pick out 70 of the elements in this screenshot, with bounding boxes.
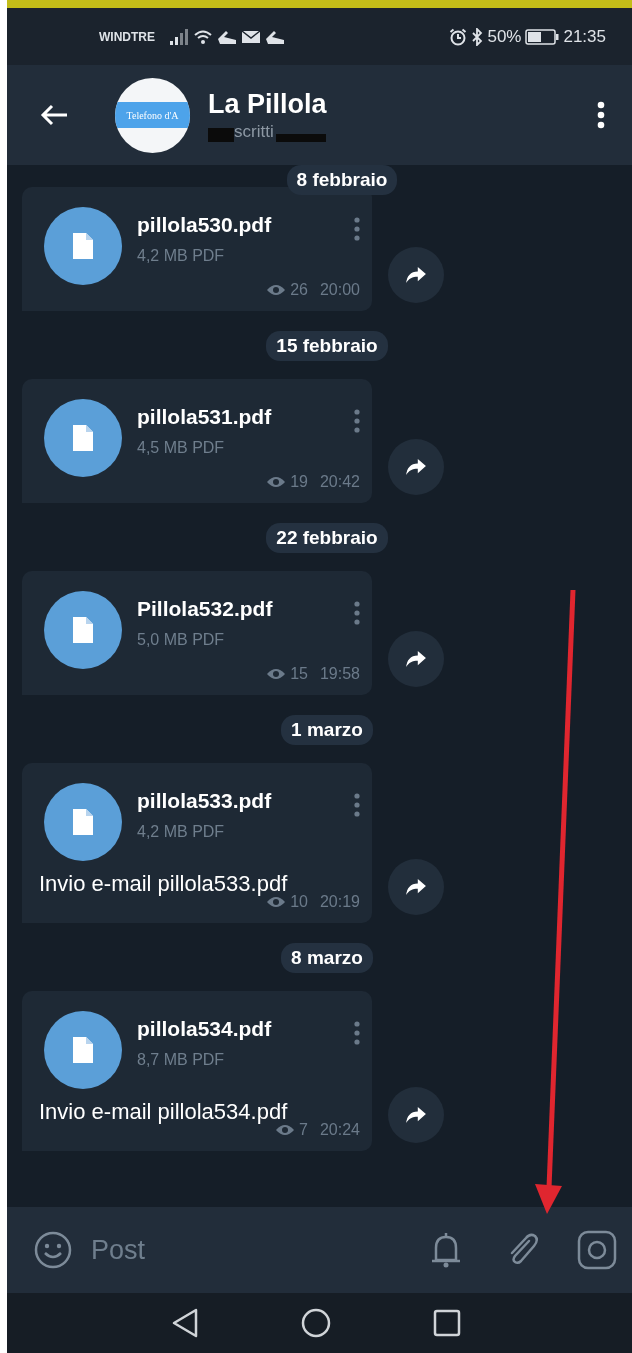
subscriber-count: scritti bbox=[234, 121, 274, 142]
camera-icon[interactable] bbox=[576, 1229, 618, 1271]
file-name: pillola533.pdf bbox=[137, 789, 273, 813]
view-count: 7 bbox=[299, 1121, 308, 1139]
share-arrow-icon bbox=[405, 1106, 427, 1124]
wifi-icon bbox=[193, 28, 213, 45]
dots-icon[interactable] bbox=[354, 409, 360, 433]
view-count: 15 bbox=[290, 665, 308, 683]
signal-icon bbox=[169, 28, 189, 45]
message-time: 20:24 bbox=[319, 1121, 360, 1139]
bluetooth-icon bbox=[471, 27, 484, 46]
redaction-bar bbox=[208, 127, 234, 142]
shoe-icon bbox=[217, 28, 237, 45]
share-button[interactable] bbox=[388, 859, 444, 915]
file-name: Pillola532.pdf bbox=[137, 597, 274, 621]
more-options-icon[interactable] bbox=[597, 101, 605, 129]
eye-icon bbox=[275, 1123, 296, 1137]
eye-icon bbox=[266, 667, 287, 681]
eye-icon bbox=[266, 475, 287, 489]
file-size: 8,7 MB PDF bbox=[137, 1051, 226, 1069]
clock-time: 21:35 bbox=[563, 26, 606, 47]
dots-icon[interactable] bbox=[354, 1021, 360, 1045]
share-button[interactable] bbox=[388, 631, 444, 687]
mail-icon bbox=[241, 28, 261, 45]
view-count: 26 bbox=[290, 281, 308, 299]
share-button[interactable] bbox=[388, 1087, 444, 1143]
date-label: 22 febbraio bbox=[266, 523, 388, 553]
message-time: 20:00 bbox=[319, 281, 360, 299]
date-label: 8 febbraio bbox=[286, 165, 398, 195]
carrier-name: WINDTRE bbox=[99, 29, 155, 44]
share-arrow-icon bbox=[405, 458, 427, 476]
eye-icon bbox=[266, 283, 287, 297]
file-size: 4,5 MB PDF bbox=[137, 439, 226, 457]
back-icon[interactable] bbox=[39, 103, 69, 127]
date-label: 15 febbraio bbox=[266, 331, 388, 361]
message-time: 19:58 bbox=[319, 665, 360, 683]
emoji-icon[interactable] bbox=[33, 1230, 73, 1270]
message-text: Invio e-mail pillola533.pdf bbox=[39, 871, 289, 897]
date-label: 1 marzo bbox=[281, 715, 373, 745]
dots-icon[interactable] bbox=[354, 793, 360, 817]
avatar-logo-text: Telefono d'A bbox=[126, 109, 179, 121]
share-arrow-icon bbox=[405, 266, 427, 284]
file-name: pillola531.pdf bbox=[137, 405, 273, 429]
dots-icon[interactable] bbox=[354, 217, 360, 241]
alarm-icon bbox=[449, 27, 468, 46]
file-name: pillola534.pdf bbox=[137, 1017, 273, 1041]
share-button[interactable] bbox=[388, 247, 444, 303]
shoe-icon bbox=[265, 28, 285, 45]
share-button[interactable] bbox=[388, 439, 444, 495]
message-time: 20:19 bbox=[319, 893, 360, 911]
message-text: Invio e-mail pillola534.pdf bbox=[39, 1099, 289, 1125]
dots-icon[interactable] bbox=[354, 601, 360, 625]
share-arrow-icon bbox=[405, 650, 427, 668]
message-input[interactable]: Post bbox=[91, 1234, 410, 1266]
view-count: 10 bbox=[290, 893, 308, 911]
date-label: 8 marzo bbox=[281, 943, 373, 973]
home-circle-icon[interactable] bbox=[299, 1307, 332, 1339]
battery-percentage: 50% bbox=[487, 26, 522, 47]
recents-square-icon[interactable] bbox=[431, 1308, 462, 1338]
channel-title: La Pillola bbox=[208, 88, 328, 120]
eye-icon bbox=[266, 895, 287, 909]
share-arrow-icon bbox=[405, 878, 427, 896]
file-size: 4,2 MB PDF bbox=[137, 247, 226, 265]
file-size: 4,2 MB PDF bbox=[137, 823, 226, 841]
file-name: pillola530.pdf bbox=[137, 213, 273, 237]
file-size: 5,0 MB PDF bbox=[137, 631, 226, 649]
redaction-bar bbox=[275, 133, 326, 142]
battery-icon bbox=[525, 28, 560, 45]
message-time: 20:42 bbox=[319, 473, 360, 491]
view-count: 19 bbox=[290, 473, 308, 491]
